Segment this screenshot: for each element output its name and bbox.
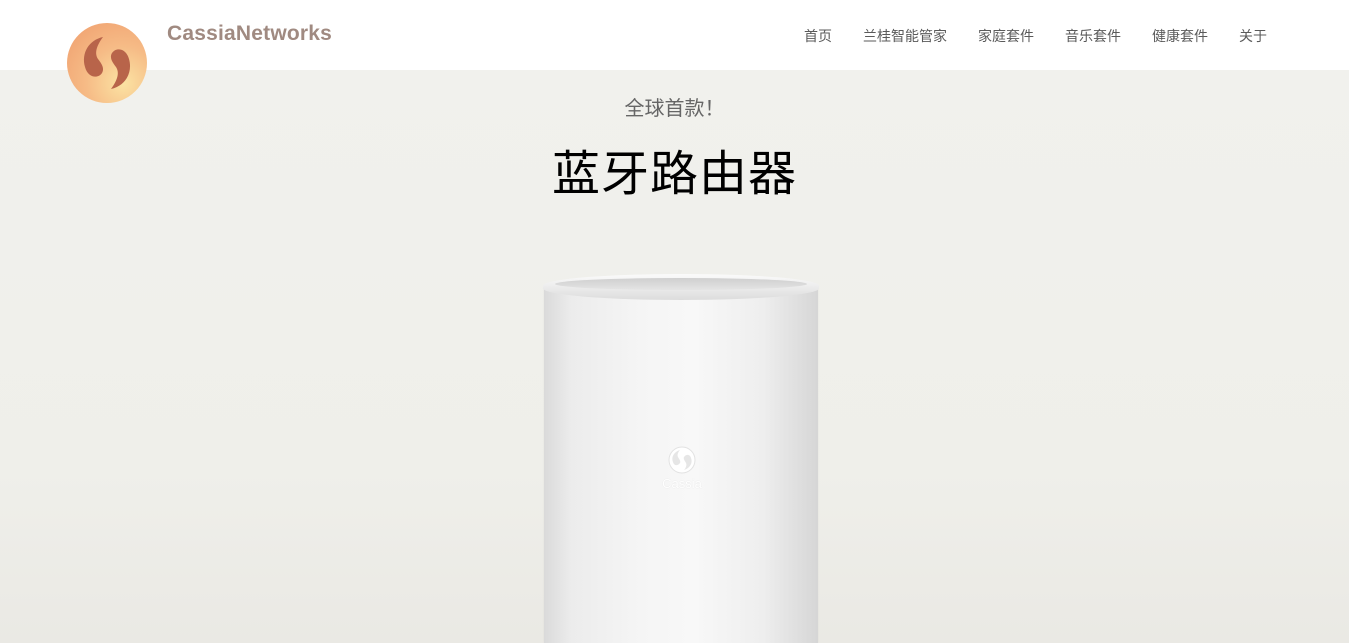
hero-subtitle: 全球首款！ [624,96,725,120]
nav-item-smart-butler[interactable]: 兰桂智能管家 [863,26,947,46]
device-logo-mark [668,446,696,474]
main-nav: 首页 兰桂智能管家 家庭套件 音乐套件 健康套件 关于 [804,26,1267,46]
device-body: Cassia [544,284,818,643]
nav-item-music-kit[interactable]: 音乐套件 [1065,26,1121,46]
nav-item-health-kit[interactable]: 健康套件 [1152,26,1208,46]
device-top-rim [543,274,819,300]
site-header: CassiaNetworks 首页 兰桂智能管家 家庭套件 音乐套件 健康套件 … [0,0,1349,70]
hero-section: 全球首款！ 蓝牙路由器 Cassia [0,70,1349,643]
hero-title: 蓝牙路由器 [551,146,797,202]
cassia-logo-icon[interactable] [67,23,147,103]
nav-item-home[interactable]: 首页 [804,26,832,46]
nav-item-home-kit[interactable]: 家庭套件 [978,26,1034,46]
logo-mark [83,37,131,89]
brand-name-link[interactable]: CassiaNetworks [167,22,332,46]
nav-item-about[interactable]: 关于 [1239,26,1267,46]
device-brand-label: Cassia [662,476,702,491]
product-image: Cassia [543,274,819,643]
device-top-opening [555,278,807,290]
cassia-device-logo-icon: Cassia [656,444,708,504]
